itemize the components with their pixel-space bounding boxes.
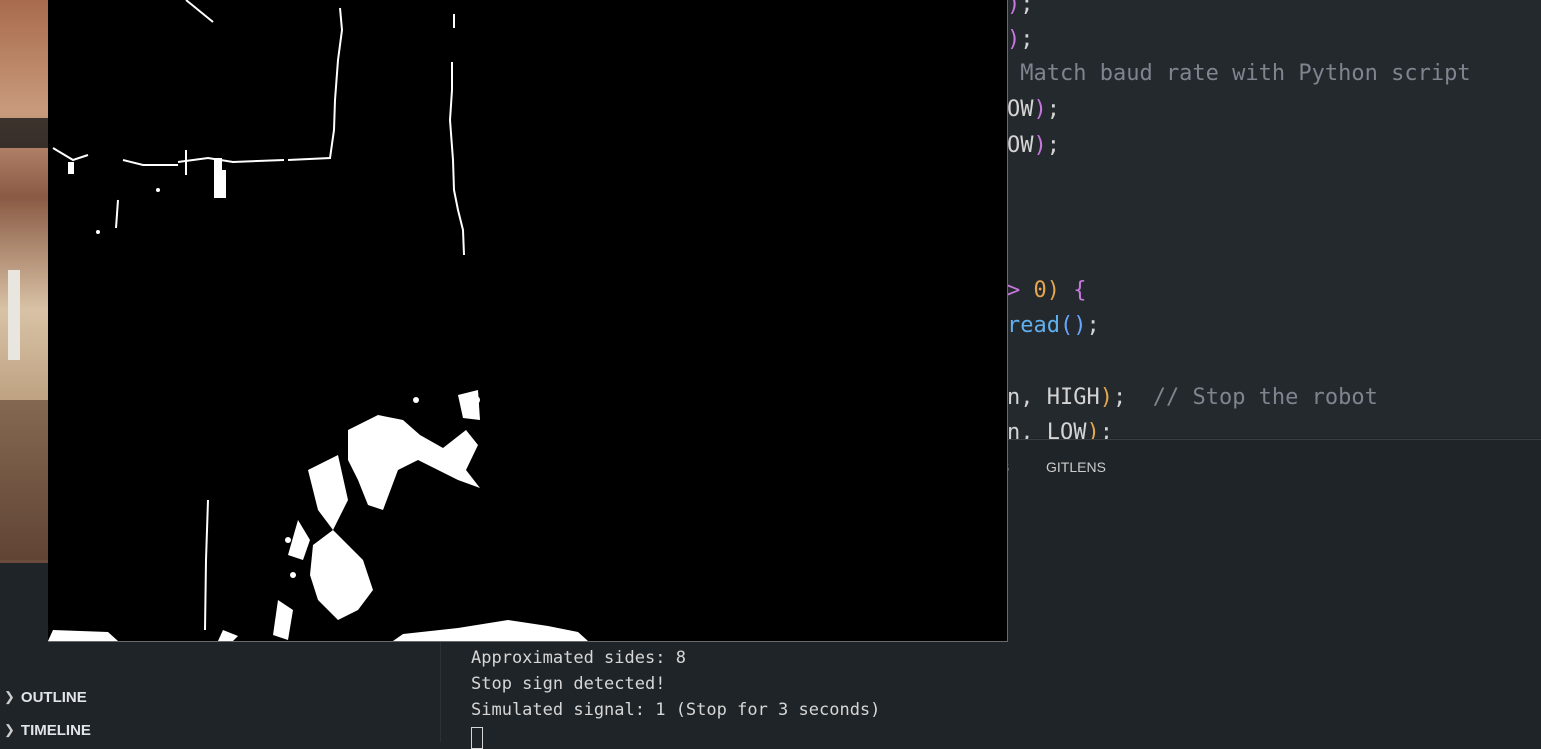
- mask-image: [48, 0, 588, 641]
- tab-gitlens[interactable]: GITLENS: [1046, 459, 1106, 475]
- code-line: OW);: [1007, 97, 1060, 122]
- code-line: );: [1007, 27, 1034, 52]
- terminal-line: Simulated signal: 1 (Stop for 3 seconds): [471, 700, 881, 720]
- terminal-line: Stop sign detected!: [471, 674, 666, 694]
- terminal-cursor: [471, 727, 483, 749]
- code-line: OW);: [1007, 133, 1060, 158]
- mask-window[interactable]: [48, 0, 1008, 642]
- sidebar-section-timeline[interactable]: ❯ TIMELINE: [0, 716, 440, 744]
- terminal-line: Approximated sides: 8: [471, 648, 686, 668]
- sidebar-section-label: OUTLINE: [20, 688, 87, 706]
- code-line: > 0) {: [1007, 278, 1087, 303]
- code-line: );: [1007, 0, 1034, 17]
- webcam-image: [0, 0, 48, 563]
- code-line: read();: [1007, 313, 1100, 338]
- code-line: Match baud rate with Python script: [1007, 61, 1471, 86]
- terminal-output[interactable]: Approximated sides: 8 Stop sign detected…: [471, 645, 880, 749]
- sidebar-section-label: TIMELINE: [20, 721, 91, 739]
- chevron-right-icon: ❯: [4, 689, 15, 704]
- code-line: n, HIGH); // Stop the robot: [1007, 385, 1378, 410]
- sidebar-section-outline[interactable]: ❯ OUTLINE: [0, 683, 440, 711]
- chevron-right-icon: ❯: [4, 722, 15, 737]
